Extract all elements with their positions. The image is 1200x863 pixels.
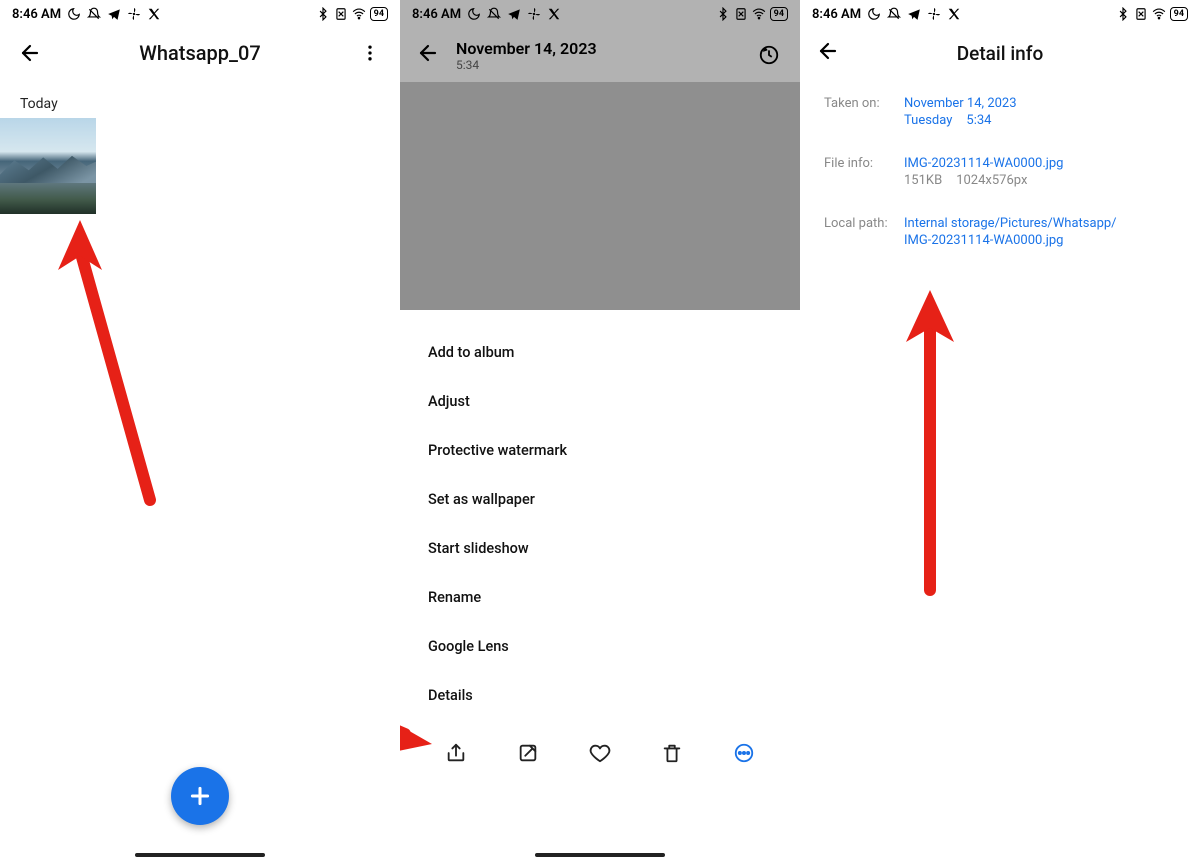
more-options-button[interactable] xyxy=(729,738,759,768)
status-time: 8:46 AM xyxy=(412,7,461,22)
add-fab[interactable] xyxy=(171,767,229,825)
label-local-path: Local path: xyxy=(824,216,894,248)
battery-badge: 94 xyxy=(1170,7,1188,21)
no-sim-icon xyxy=(334,7,348,21)
row-local-path: Local path: Internal storage/Pictures/Wh… xyxy=(824,216,1176,248)
no-sim-icon xyxy=(734,7,748,21)
bluetooth-icon xyxy=(316,7,330,21)
battery-badge: 94 xyxy=(370,7,388,21)
x-icon xyxy=(947,7,961,21)
value-taken-day: Tuesday xyxy=(904,113,952,128)
status-bar: 8:46 AM 94 xyxy=(400,0,800,28)
date-section-label: Today xyxy=(0,78,400,118)
detail-title: Detail info xyxy=(800,42,1200,65)
viewer-time: 5:34 xyxy=(456,58,597,72)
gesture-bar xyxy=(535,853,665,857)
viewer-date: November 14, 2023 xyxy=(456,39,597,58)
label-taken-on: Taken on: xyxy=(824,96,894,128)
panel-gallery-album: 8:46 AM 94 Whatsapp_07 Tod xyxy=(0,0,400,863)
moon-icon xyxy=(67,7,81,21)
no-sim-icon xyxy=(1134,7,1148,21)
photo-thumbnail[interactable] xyxy=(0,118,96,214)
value-file-name: IMG-20231114-WA0000.jpg xyxy=(904,156,1063,171)
dnd-icon xyxy=(887,7,901,21)
album-title: Whatsapp_07 xyxy=(0,41,400,65)
sync-button[interactable] xyxy=(754,40,784,70)
more-button[interactable] xyxy=(356,39,384,67)
back-button[interactable] xyxy=(416,41,440,69)
value-path-line2: IMG-20231114-WA0000.jpg xyxy=(904,233,1117,248)
fan-icon xyxy=(927,7,941,21)
viewer-header: November 14, 2023 5:34 xyxy=(400,28,800,82)
delete-button[interactable] xyxy=(657,738,687,768)
annotation-arrow xyxy=(50,220,170,524)
telegram-icon xyxy=(507,7,521,21)
status-bar: 8:46 AM 94 xyxy=(0,0,400,28)
menu-adjust[interactable]: Adjust xyxy=(400,377,800,426)
share-button[interactable] xyxy=(441,738,471,768)
annotation-arrow xyxy=(900,290,960,604)
back-button[interactable] xyxy=(816,39,840,67)
wifi-icon xyxy=(752,7,766,21)
status-time: 8:46 AM xyxy=(812,7,861,22)
moon-icon xyxy=(867,7,881,21)
wifi-icon xyxy=(352,7,366,21)
fan-icon xyxy=(127,7,141,21)
bluetooth-icon xyxy=(716,7,730,21)
value-path-line1: Internal storage/Pictures/Whatsapp/ xyxy=(904,216,1117,231)
status-time: 8:46 AM xyxy=(12,7,61,22)
menu-google-lens[interactable]: Google Lens xyxy=(400,622,800,671)
bluetooth-icon xyxy=(1116,7,1130,21)
menu-rename[interactable]: Rename xyxy=(400,573,800,622)
telegram-icon xyxy=(107,7,121,21)
panel-detail-info: 8:46 AM 94 Detail info Taken on: xyxy=(800,0,1200,863)
battery-badge: 94 xyxy=(770,7,788,21)
dnd-icon xyxy=(487,7,501,21)
album-header: Whatsapp_07 xyxy=(0,28,400,78)
moon-icon xyxy=(467,7,481,21)
x-icon xyxy=(547,7,561,21)
edit-button[interactable] xyxy=(513,738,543,768)
viewer-action-bar xyxy=(400,720,800,788)
value-taken-date: November 14, 2023 xyxy=(904,96,1017,111)
value-file-size: 151KB xyxy=(904,173,942,188)
value-taken-time: 5:34 xyxy=(966,113,991,128)
menu-set-wallpaper[interactable]: Set as wallpaper xyxy=(400,475,800,524)
wifi-icon xyxy=(1152,7,1166,21)
detail-body: Taken on: November 14, 2023 Tuesday 5:34… xyxy=(800,78,1200,294)
panel-photo-viewer: 8:46 AM 94 No xyxy=(400,0,800,863)
menu-protective-watermark[interactable]: Protective watermark xyxy=(400,426,800,475)
favorite-button[interactable] xyxy=(585,738,615,768)
dnd-icon xyxy=(87,7,101,21)
menu-details[interactable]: Details xyxy=(400,671,800,720)
row-taken-on: Taken on: November 14, 2023 Tuesday 5:34 xyxy=(824,96,1176,128)
label-file-info: File info: xyxy=(824,156,894,188)
photo-area[interactable] xyxy=(400,82,800,310)
gesture-bar xyxy=(135,853,265,857)
menu-add-to-album[interactable]: Add to album xyxy=(400,328,800,377)
back-button[interactable] xyxy=(16,39,44,67)
fan-icon xyxy=(527,7,541,21)
telegram-icon xyxy=(907,7,921,21)
bottom-sheet-menu: Add to album Adjust Protective watermark… xyxy=(400,310,800,788)
status-bar: 8:46 AM 94 xyxy=(800,0,1200,28)
row-file-info: File info: IMG-20231114-WA0000.jpg 151KB… xyxy=(824,156,1176,188)
menu-start-slideshow[interactable]: Start slideshow xyxy=(400,524,800,573)
x-icon xyxy=(147,7,161,21)
value-file-dims: 1024x576px xyxy=(956,173,1027,188)
detail-header: Detail info xyxy=(800,28,1200,78)
